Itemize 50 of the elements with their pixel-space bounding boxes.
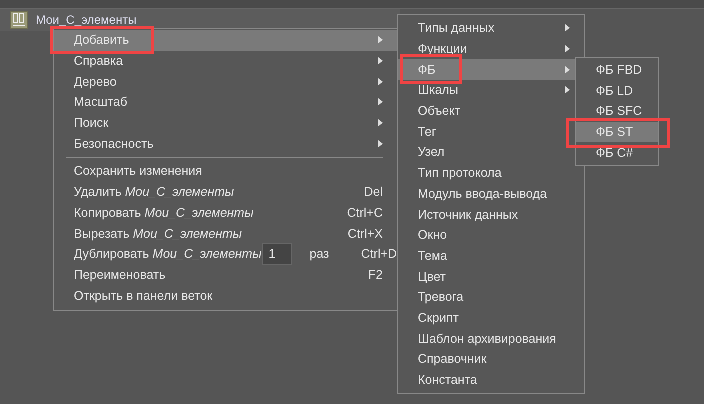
menu-item-label: Вырезать Мои_С_элементы	[74, 226, 244, 241]
menu-item-label: Дублировать Мои_С_элементы	[74, 247, 262, 262]
menu-item[interactable]: ФБ ST	[576, 122, 658, 142]
menu-item[interactable]: Безопасность	[54, 133, 397, 154]
menu-item[interactable]: Функции	[398, 38, 584, 60]
menu-item[interactable]: Дерево	[54, 71, 397, 92]
menu-item[interactable]: Дублировать Мои_С_элементы 1 раз Ctrl+D	[54, 244, 397, 265]
menu-item-label: Переименовать	[74, 268, 167, 282]
menu-item-label: Удалить Мои_С_элементы	[74, 185, 236, 200]
submenu-arrow-icon	[378, 140, 383, 148]
menu-item[interactable]: Поиск	[54, 112, 397, 134]
menu-item[interactable]: Сохранить изменения	[54, 161, 397, 182]
menu-item[interactable]: Тип протокола	[398, 162, 584, 184]
menu-item[interactable]: Масштаб	[54, 92, 397, 113]
menu-item[interactable]: Добавить	[54, 30, 397, 51]
menu-item[interactable]: Шаблон архивирования	[398, 328, 584, 349]
unit-label: раз	[310, 247, 330, 262]
submenu-arrow-icon	[378, 57, 383, 66]
menu-item[interactable]: Справка	[54, 50, 397, 72]
menu-item[interactable]: Справочник	[398, 349, 584, 370]
menu-item[interactable]: Тема	[398, 246, 584, 266]
shortcut-label: Ctrl+D	[361, 247, 398, 262]
menu-item[interactable]: Источник данных	[398, 204, 584, 225]
menu-item[interactable]: Удалить Мои_С_элементы Del	[54, 182, 397, 202]
menu-item[interactable]: ФБ SFC	[576, 101, 658, 122]
tree-label: Мои_С_элементы	[36, 13, 137, 27]
submenu-arrow-icon	[378, 78, 383, 86]
menu-item-label: Открыть в панели веток	[74, 288, 214, 303]
menu-item-label: Сохранить изменения	[74, 164, 204, 178]
menu-item-label: Копировать Мои_С_элементы	[74, 206, 255, 220]
menu-item[interactable]: Открыть в панели веток	[54, 285, 397, 306]
submenu-arrow-icon	[378, 98, 383, 106]
menu-item[interactable]: Модуль ввода-вывода	[398, 184, 584, 204]
menu-item[interactable]: Цвет	[398, 266, 584, 287]
menu-item[interactable]: Вырезать Мои_С_элементы Ctrl+X	[54, 223, 397, 244]
menu-item[interactable]: Переименовать F2	[54, 264, 397, 286]
submenu-arrow-icon	[378, 119, 383, 128]
menu-item[interactable]: Окно	[398, 224, 584, 246]
menu-item[interactable]: Копировать Мои_С_элементы Ctrl+C	[54, 202, 397, 224]
menu-item[interactable]: Типы данных	[398, 18, 584, 39]
count-field[interactable]: 1	[262, 243, 292, 266]
folder-icon	[10, 11, 28, 29]
submenu-arrow-icon	[378, 36, 383, 44]
shortcut-label: Ctrl+C	[347, 206, 383, 220]
menu-item[interactable]: Тревога	[398, 286, 584, 308]
shortcut-label: Del	[364, 185, 383, 200]
menu-item[interactable]: Скрипт	[398, 308, 584, 328]
shortcut-label: F2	[368, 268, 383, 282]
shortcut-label: Ctrl+X	[348, 226, 383, 241]
menu-item[interactable]: Константа	[398, 370, 584, 390]
